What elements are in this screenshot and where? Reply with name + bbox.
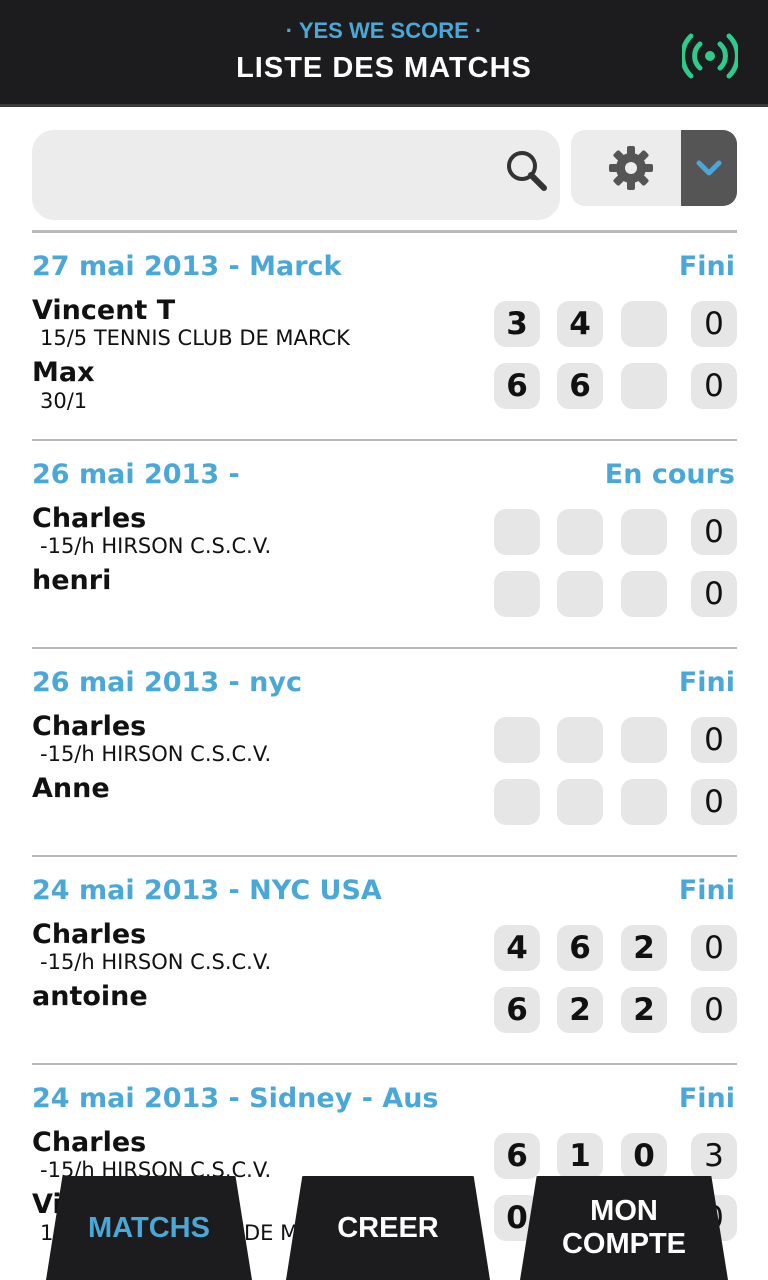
player1-ranking: 15/5 TENNIS CLUB DE MARCK	[40, 326, 350, 350]
match-card[interactable]: 26 mai 2013 - En cours Charles -15/h HIR…	[32, 439, 737, 647]
set3-score	[621, 363, 667, 409]
points-score: 0	[691, 779, 737, 825]
set2-score: 2	[557, 987, 603, 1033]
set2-score: 6	[557, 925, 603, 971]
player1-name: Charles	[32, 711, 147, 742]
set2-score: 4	[557, 301, 603, 347]
points-score: 0	[691, 571, 737, 617]
set3-score	[621, 301, 667, 347]
set3-score	[621, 571, 667, 617]
set2-score	[557, 509, 603, 555]
dropdown-toggle[interactable]	[681, 130, 737, 206]
player1-ranking: -15/h HIRSON C.S.C.V.	[40, 534, 272, 558]
set1-score	[494, 571, 540, 617]
tab-matchs-label: MATCHS	[88, 1211, 210, 1244]
page-title: LISTE DES MATCHS	[236, 52, 532, 84]
player2-name: Max	[32, 357, 95, 388]
tab-mon-compte[interactable]: MON COMPTE	[520, 1176, 728, 1280]
set3-score: 0	[621, 1133, 667, 1179]
tab-creer[interactable]: CREER	[286, 1176, 490, 1280]
player2-name: Anne	[32, 773, 110, 804]
points-score: 3	[691, 1133, 737, 1179]
tab-label-line1: MON	[590, 1195, 658, 1227]
points-score: 0	[691, 717, 737, 763]
live-signal-icon[interactable]	[682, 32, 738, 80]
match-card[interactable]: 24 mai 2013 - NYC USA Fini Charles -15/h…	[32, 855, 737, 1063]
brand-label: · YES WE SCORE ·	[285, 18, 483, 43]
tab-creer-label: CREER	[337, 1211, 439, 1244]
set2-score	[557, 571, 603, 617]
player1-name: Charles	[32, 503, 147, 534]
set1-score	[494, 779, 540, 825]
player1-ranking: -15/h HIRSON C.S.C.V.	[40, 742, 272, 766]
match-date-location: 24 mai 2013 - Sidney - Aus	[32, 1083, 439, 1114]
set1-score: 6	[494, 987, 540, 1033]
gear-icon[interactable]	[607, 144, 655, 192]
tab-mon-compte-label: MON COMPTE	[562, 1195, 686, 1261]
match-list: 27 mai 2013 - Marck Fini Vincent T 15/5 …	[32, 230, 737, 1271]
points-score: 0	[691, 987, 737, 1033]
points-score: 0	[691, 301, 737, 347]
set3-score: 2	[621, 925, 667, 971]
search-icon[interactable]	[504, 148, 548, 192]
match-status: Fini	[678, 251, 735, 282]
player2-ranking: 30/1	[40, 389, 88, 413]
set1-score: 3	[494, 301, 540, 347]
player1-ranking: -15/h HIRSON C.S.C.V.	[40, 950, 272, 974]
match-status: Fini	[678, 1083, 735, 1114]
player2-name: henri	[32, 565, 112, 596]
player2-name: antoine	[32, 981, 148, 1012]
points-score: 0	[691, 509, 737, 555]
match-date-location: 26 mai 2013 - nyc	[32, 667, 302, 698]
set1-score: 6	[494, 1133, 540, 1179]
match-card[interactable]: 27 mai 2013 - Marck Fini Vincent T 15/5 …	[32, 230, 737, 439]
set3-score	[621, 779, 667, 825]
match-date-location: 26 mai 2013 -	[32, 459, 240, 490]
set2-score: 1	[557, 1133, 603, 1179]
match-date-location: 27 mai 2013 - Marck	[32, 251, 342, 282]
set3-score: 2	[621, 987, 667, 1033]
match-date-location: 24 mai 2013 - NYC USA	[32, 875, 382, 906]
chevron-down-icon	[696, 160, 722, 176]
set1-score: 6	[494, 363, 540, 409]
player1-name: Charles	[32, 1127, 147, 1158]
set3-score	[621, 717, 667, 763]
match-status: Fini	[678, 875, 735, 906]
match-status: Fini	[678, 667, 735, 698]
match-status: En cours	[604, 459, 735, 490]
match-card[interactable]: 26 mai 2013 - nyc Fini Charles -15/h HIR…	[32, 647, 737, 855]
tab-matchs[interactable]: MATCHS	[46, 1176, 252, 1280]
points-score: 0	[691, 363, 737, 409]
set2-score	[557, 779, 603, 825]
player1-name: Charles	[32, 919, 147, 950]
search-input[interactable]	[32, 130, 560, 220]
points-score: 0	[691, 925, 737, 971]
bottom-nav: MATCHS CREER MON COMPTE	[0, 1176, 768, 1280]
settings-dropdown[interactable]	[571, 130, 737, 206]
tab-label-line2: COMPTE	[561, 1228, 687, 1260]
set3-score	[621, 509, 667, 555]
app-header: · YES WE SCORE · LISTE DES MATCHS	[0, 0, 768, 107]
set1-score	[494, 717, 540, 763]
set2-score: 6	[557, 363, 603, 409]
set2-score	[557, 717, 603, 763]
player1-name: Vincent T	[32, 295, 176, 326]
set1-score: 4	[494, 925, 540, 971]
set1-score	[494, 509, 540, 555]
